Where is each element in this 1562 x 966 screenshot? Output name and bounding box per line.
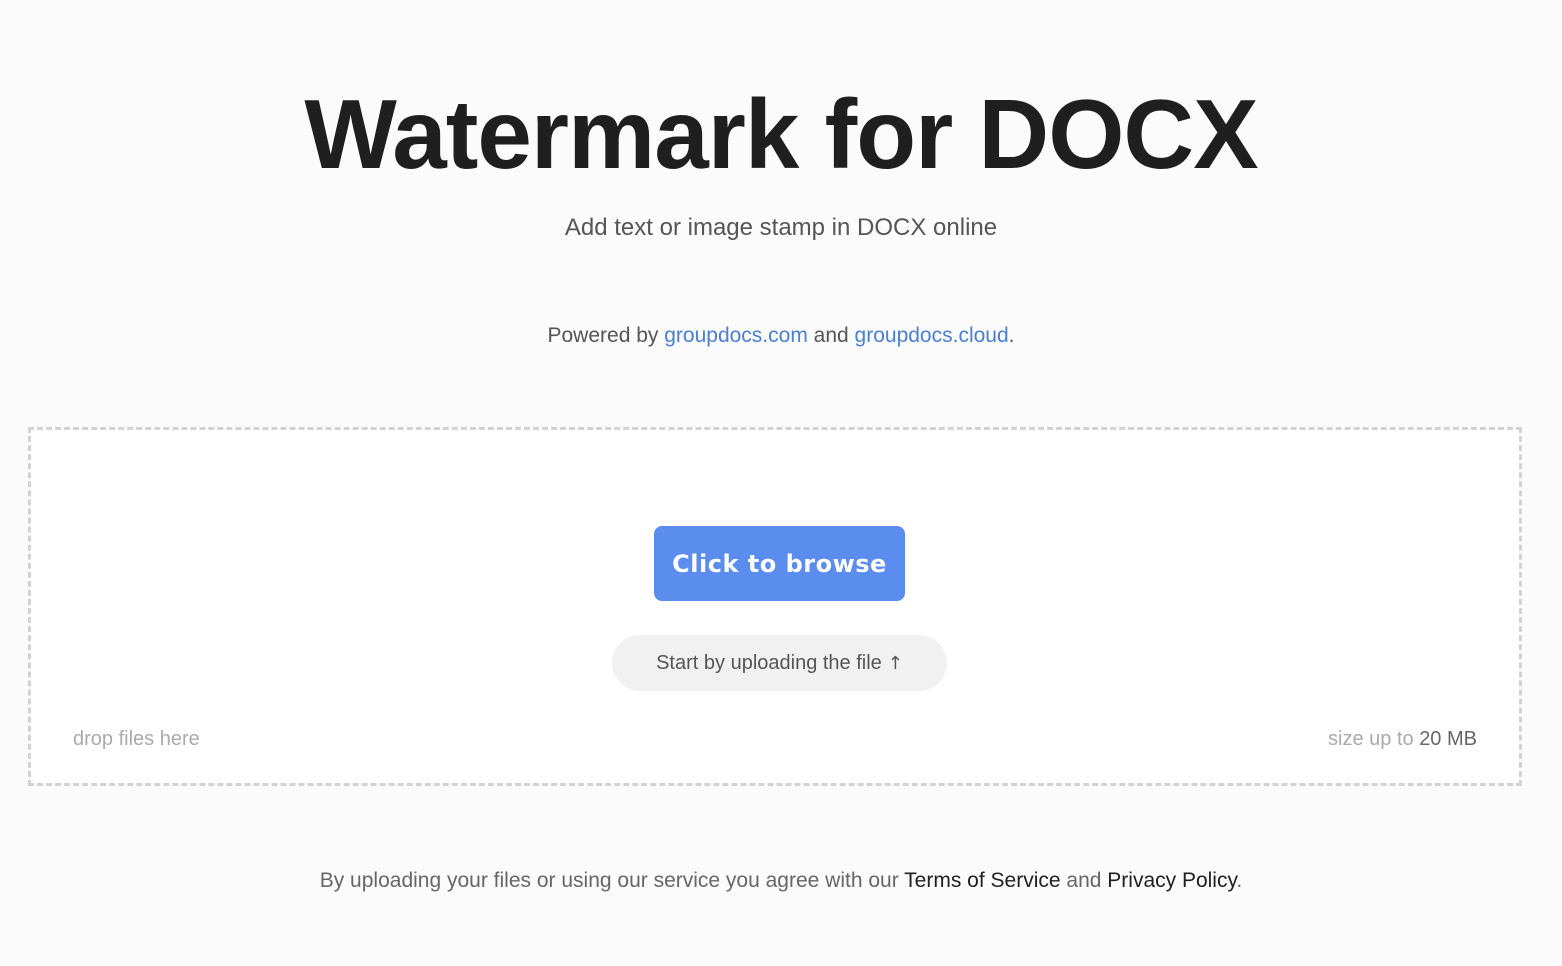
upload-hint-text: Start by uploading the file (656, 651, 882, 674)
size-limit-value: 20 MB (1419, 728, 1477, 750)
powered-by-suffix: . (1008, 324, 1015, 347)
groupdocs-cloud-link[interactable]: groupdocs.cloud (855, 324, 1009, 347)
terms-notice-prefix: By uploading your files or using our ser… (319, 869, 899, 892)
upload-hint: Start by uploading the file ↑ (612, 635, 947, 691)
powered-by-connector: and (813, 324, 849, 347)
drop-files-label: drop files here (73, 728, 200, 750)
terms-notice-suffix: . (1236, 869, 1243, 892)
powered-by-prefix: Powered by (547, 324, 659, 347)
terms-notice: By uploading your files or using our ser… (0, 867, 1562, 895)
groupdocs-com-link[interactable]: groupdocs.com (664, 324, 808, 347)
size-limit-prefix: size up to (1328, 728, 1414, 750)
browse-button[interactable]: Click to browse (654, 526, 905, 601)
arrow-up-icon: ↑ (887, 652, 903, 674)
page-title: Watermark for DOCX (304, 79, 1258, 189)
powered-by-line: Powered by groupdocs.com and groupdocs.c… (0, 322, 1562, 350)
terms-notice-connector: and (1066, 869, 1102, 892)
page-subtitle: Add text or image stamp in DOCX online (564, 214, 998, 241)
file-dropzone[interactable]: Click to browse Start by uploading the f… (28, 427, 1522, 786)
size-limit-label: size up to 20 MB (1328, 728, 1477, 751)
terms-of-service-link[interactable]: Terms of Service (904, 869, 1060, 892)
privacy-policy-link[interactable]: Privacy Policy (1107, 869, 1236, 892)
